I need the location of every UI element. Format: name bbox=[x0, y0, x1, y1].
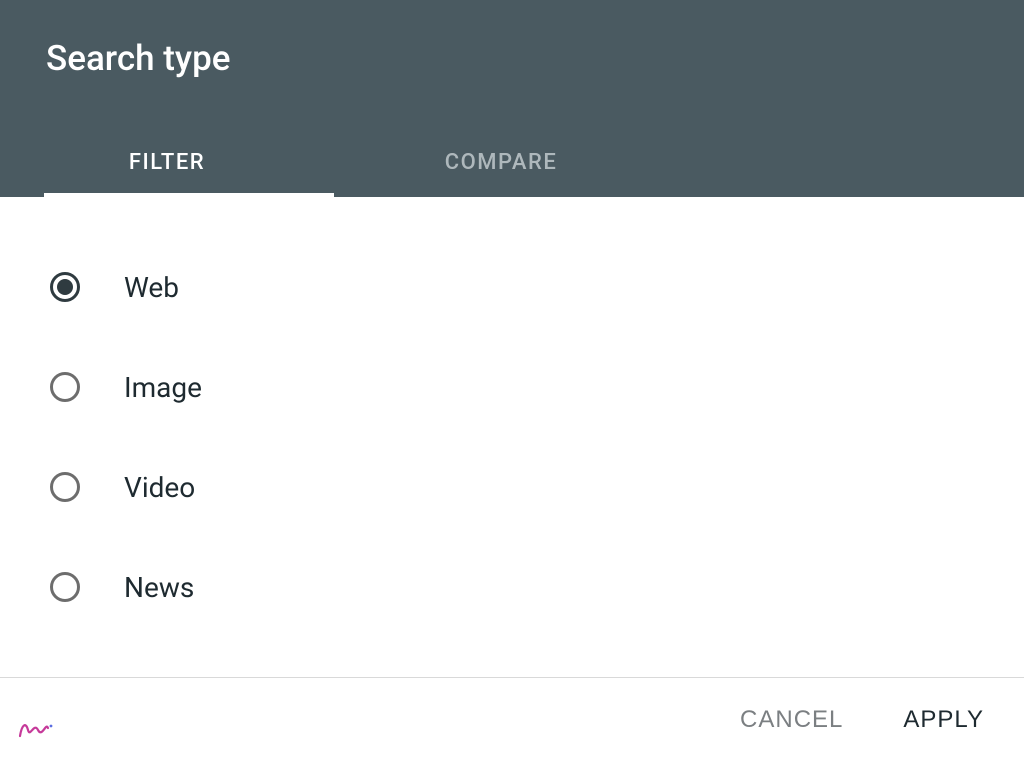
radio-icon bbox=[50, 372, 80, 402]
tab-compare[interactable]: COMPARE bbox=[334, 127, 668, 197]
dialog-title: Search type bbox=[0, 38, 1024, 127]
option-video[interactable]: Video bbox=[50, 437, 978, 537]
tab-filter-label: FILTER bbox=[129, 150, 205, 175]
radio-icon bbox=[50, 572, 80, 602]
tab-filter[interactable]: FILTER bbox=[0, 127, 334, 197]
option-image[interactable]: Image bbox=[50, 337, 978, 437]
radio-group: Web Image Video News bbox=[0, 197, 1024, 677]
option-image-label: Image bbox=[124, 371, 202, 404]
dialog-footer: CANCEL APPLY bbox=[0, 678, 1024, 762]
apply-button[interactable]: APPLY bbox=[903, 706, 984, 734]
dialog-header: Search type FILTER COMPARE bbox=[0, 0, 1024, 197]
logo-icon bbox=[18, 718, 54, 744]
cancel-button[interactable]: CANCEL bbox=[740, 706, 843, 734]
option-web[interactable]: Web bbox=[50, 237, 978, 337]
option-video-label: Video bbox=[124, 471, 195, 504]
tabs: FILTER COMPARE bbox=[0, 127, 1024, 197]
option-news-label: News bbox=[124, 571, 194, 604]
radio-icon bbox=[50, 472, 80, 502]
option-news[interactable]: News bbox=[50, 537, 978, 637]
tab-compare-label: COMPARE bbox=[445, 150, 558, 175]
option-web-label: Web bbox=[124, 271, 179, 304]
radio-icon bbox=[50, 272, 80, 302]
